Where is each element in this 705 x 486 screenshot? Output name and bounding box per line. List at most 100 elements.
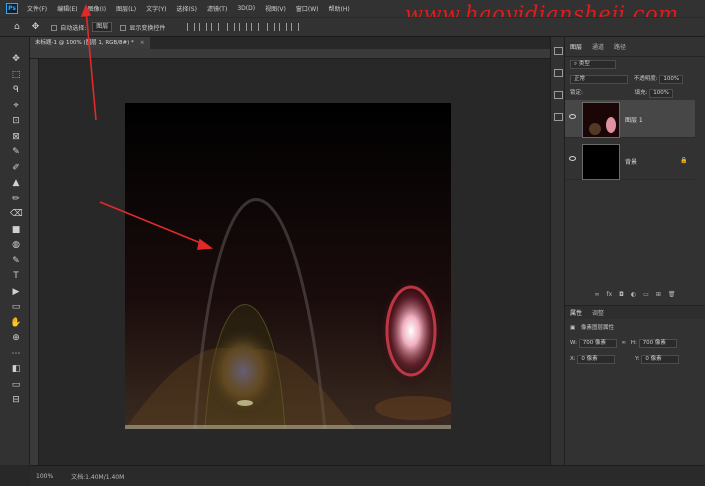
tab-properties[interactable]: 属性 xyxy=(565,308,587,317)
layer-name[interactable]: 背景 xyxy=(625,157,637,166)
auto-select-checkbox[interactable]: 自动选择: xyxy=(51,23,86,32)
blend-mode-dropdown[interactable]: 正常 xyxy=(570,75,628,84)
type-tool-icon[interactable]: T xyxy=(10,270,22,282)
panel-icon-strip xyxy=(550,37,565,465)
checkbox-box[interactable] xyxy=(51,25,58,31)
home-icon[interactable]: ⌂ xyxy=(14,22,20,32)
document-info[interactable]: 文档:1.40M/1.40M xyxy=(71,472,124,481)
fill-input[interactable]: 100% xyxy=(649,89,673,98)
eraser-tool-icon[interactable]: ⌫ xyxy=(10,208,23,220)
height-input[interactable]: 700 像素 xyxy=(638,339,677,348)
layer-name[interactable]: 图层 1 xyxy=(625,115,643,124)
new-layer-icon[interactable]: ⊞ xyxy=(656,291,661,298)
quick-select-icon[interactable]: ⌖ xyxy=(10,100,22,112)
opacity-input[interactable]: 100% xyxy=(659,75,684,84)
move-tool-icon[interactable]: ✥ xyxy=(10,53,22,65)
menu-layer[interactable]: 图层(L) xyxy=(111,4,141,13)
zoom-level[interactable]: 100% xyxy=(36,473,53,480)
properties-tabs: 属性 调整 xyxy=(565,305,705,319)
align-bottom-icon[interactable] xyxy=(211,23,220,31)
zoom-tool-icon[interactable]: ⊕ xyxy=(10,332,22,344)
layer-row[interactable]: 图层 1 xyxy=(565,100,695,138)
menu-filter[interactable]: 滤镜(T) xyxy=(202,4,232,13)
x-input[interactable]: 0 像素 xyxy=(577,355,616,364)
filter-kind-dropdown[interactable]: ⌕ 类型 xyxy=(570,60,616,69)
fx-icon[interactable]: fx xyxy=(607,291,613,298)
visibility-eye-icon[interactable] xyxy=(569,114,576,119)
path-select-icon[interactable]: ▶ xyxy=(10,286,22,298)
move-icon[interactable]: ✥ xyxy=(32,22,40,32)
trash-icon[interactable]: 🗑 xyxy=(668,291,676,298)
color-swatch-icon[interactable]: ◧ xyxy=(10,363,22,375)
distribute-icon[interactable] xyxy=(279,23,288,31)
pixel-layer-icon: ▣ xyxy=(570,325,576,331)
menu-edit[interactable]: 编辑(E) xyxy=(52,4,82,13)
tab-layers[interactable]: 图层 xyxy=(565,42,587,51)
document-canvas[interactable] xyxy=(125,103,451,429)
eyedropper-icon[interactable]: ✎ xyxy=(10,146,22,158)
status-bar: 100% 文档:1.40M/1.40M xyxy=(30,465,705,486)
transform-label: 显示变换控件 xyxy=(129,24,166,32)
align-middle-icon[interactable] xyxy=(199,23,208,31)
menu-type[interactable]: 文字(Y) xyxy=(141,4,171,13)
distribute-icon[interactable] xyxy=(267,23,276,31)
mask-icon[interactable]: ◘ xyxy=(619,291,624,298)
screen-mode-icon[interactable]: ⊟ xyxy=(10,394,22,406)
thumbnail-image xyxy=(583,103,619,137)
menu-file[interactable]: 文件(F) xyxy=(22,4,52,13)
menu-select[interactable]: 选择(S) xyxy=(171,4,202,13)
photoshop-logo: Ps xyxy=(6,3,18,14)
close-icon[interactable]: × xyxy=(140,40,145,46)
info-icon[interactable] xyxy=(554,91,563,99)
hand-tool-icon[interactable]: ✋ xyxy=(10,317,22,329)
more-tools-icon[interactable]: ⋯ xyxy=(10,348,22,360)
align-top-icon[interactable] xyxy=(187,23,196,31)
layer-row[interactable]: 背景 🔒 xyxy=(565,142,695,180)
gradient-tool-icon[interactable]: ■ xyxy=(10,224,22,236)
transform-checkbox[interactable]: 显示变换控件 xyxy=(120,23,165,32)
link-icon[interactable]: ∞ xyxy=(595,291,600,298)
menu-window[interactable]: 窗口(W) xyxy=(291,4,324,13)
document-tab[interactable]: 未标题-1 @ 100% (图层 1, RGB/8#) * × xyxy=(30,37,150,49)
properties-icon[interactable] xyxy=(554,69,563,77)
marquee-tool-icon[interactable]: ⬚ xyxy=(10,69,22,81)
checkbox-box[interactable] xyxy=(120,25,127,31)
auto-select-dropdown[interactable]: 图层 xyxy=(92,22,113,32)
tab-channels[interactable]: 通道 xyxy=(587,42,609,51)
frame-tool-icon[interactable]: ⊠ xyxy=(10,131,22,143)
tab-paths[interactable]: 路径 xyxy=(609,42,631,51)
align-left-icon[interactable] xyxy=(227,23,236,31)
ruler-vertical xyxy=(30,59,39,465)
brush-tool-icon[interactable]: ▲ xyxy=(10,177,22,189)
blur-tool-icon[interactable]: ◍ xyxy=(10,239,22,251)
align-right-icon[interactable] xyxy=(251,23,260,31)
lasso-tool-icon[interactable]: ᑫ xyxy=(10,84,22,96)
folder-icon[interactable]: ▭ xyxy=(643,291,649,298)
align-center-icon[interactable] xyxy=(239,23,248,31)
lock-label: 锁定: xyxy=(570,90,583,96)
history-icon[interactable] xyxy=(554,47,563,55)
distribute-icon[interactable] xyxy=(291,23,300,31)
menu-3d[interactable]: 3D(D) xyxy=(232,5,260,12)
quick-mask-icon[interactable]: ▭ xyxy=(10,379,22,391)
link-icon[interactable]: ∞ xyxy=(621,340,626,346)
lens-flare-image xyxy=(125,103,451,429)
width-input[interactable]: 700 像素 xyxy=(578,339,617,348)
x-label: X: xyxy=(570,356,576,362)
healing-brush-icon[interactable]: ✐ xyxy=(10,162,22,174)
menu-image[interactable]: 图像(I) xyxy=(83,4,111,13)
position-row: X: 0 像素 Y: 0 像素 xyxy=(570,355,680,364)
y-input[interactable]: 0 像素 xyxy=(641,355,680,364)
visibility-eye-icon[interactable] xyxy=(569,156,576,161)
tab-adjustments[interactable]: 调整 xyxy=(587,308,609,317)
menu-help[interactable]: 帮助(H) xyxy=(324,4,355,13)
menu-view[interactable]: 视图(V) xyxy=(260,4,291,13)
stamp-tool-icon[interactable]: ✏ xyxy=(10,193,22,205)
crop-tool-icon[interactable]: ⊡ xyxy=(10,115,22,127)
rectangle-tool-icon[interactable]: ▭ xyxy=(10,301,22,313)
pixel-layer-section: ▣ 像素图层属性 xyxy=(570,323,614,331)
swatches-icon[interactable] xyxy=(554,113,563,121)
options-bar: ⌂ ✥ 自动选择: 图层 显示变换控件 xyxy=(0,17,705,37)
pen-tool-icon[interactable]: ✎ xyxy=(10,255,22,267)
adjustment-icon[interactable]: ◐ xyxy=(631,291,636,298)
